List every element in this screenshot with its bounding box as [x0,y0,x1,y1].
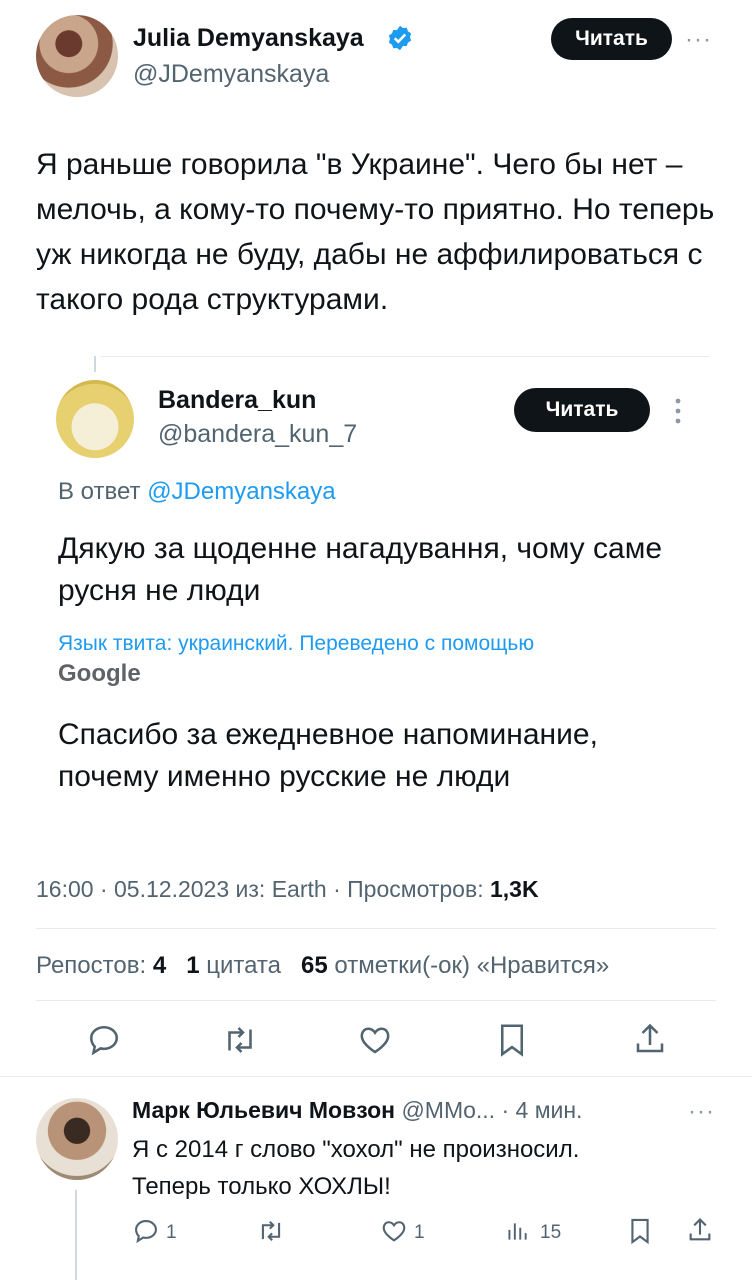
divider [36,1000,716,1001]
reply-views-count: 15 [540,1222,562,1243]
tweet-source: из: Earth [235,876,327,902]
likes-stat[interactable]: 65 отметки(-ок) «Нравится» [301,952,609,979]
reposts-value: 4 [152,952,167,979]
quoted-author-name[interactable]: Bandera_kun [158,386,316,415]
quotes-stat[interactable]: 1 цитата [186,952,287,979]
likes-value: 65 [301,952,328,979]
divider [36,928,716,929]
reply-text-line2: Теперь только ХОХЛЫ! [132,1173,391,1200]
reply-reply-icon[interactable] [132,1217,160,1245]
reply-reply-count: 1 [166,1222,177,1243]
quotes-label: цитата [206,952,281,979]
tweet-date[interactable]: 05.12.2023 [114,876,229,902]
translated-text: Спасибо за ежедневное напоминание, почем… [58,718,598,793]
reply-like-icon[interactable] [380,1217,408,1245]
tweet-time[interactable]: 16:00 [36,876,94,902]
views-label: Просмотров: [347,876,484,902]
reply-bookmark-icon[interactable] [628,1217,652,1245]
reply-like-count: 1 [414,1222,425,1243]
likes-label: отметки(-ок) «Нравится» [334,952,610,979]
reply-author-name[interactable]: Марк Юльевич Мовзон [132,1097,395,1123]
quoted-text: Дякую за щоденне нагадування, чому саме … [58,532,663,607]
tweet-stats: Репостов: 4 1 цитата 65 отметки(-ок) «Нр… [36,952,609,980]
translation-note[interactable]: Язык твита: украинский. Переведено с пом… [58,632,534,656]
reply-author-avatar[interactable] [36,1098,118,1180]
reply-prefix: В ответ [58,478,141,505]
quoted-follow-button[interactable]: Читать [514,388,650,432]
tweet-meta: 16:00 · 05.12.2023 из: Earth · Просмотро… [36,876,539,903]
reply-time[interactable]: · 4 мин. [501,1097,582,1123]
reply-to-link[interactable]: @JDemyanskaya [147,478,335,505]
bookmark-icon[interactable] [496,1022,528,1058]
separator: · [99,876,108,902]
thread-connector [94,356,96,372]
reply-text-line1: Я с 2014 г слово "хохол" не произносил. [132,1136,580,1163]
repost-icon[interactable] [220,1022,260,1058]
quote-divider [100,356,710,357]
like-icon[interactable] [356,1022,394,1058]
reply-thread-line [75,1190,77,1280]
reply-more-options-icon[interactable]: ··· [688,1098,715,1126]
author-name[interactable]: Julia Demyanskaya [133,24,364,53]
author-handle[interactable]: @JDemyanskaya [133,60,329,89]
author-avatar[interactable] [36,15,118,97]
quoted-author-avatar[interactable] [56,380,134,458]
divider [0,1076,752,1077]
views-value: 1,3K [489,876,539,902]
reposts-stat[interactable]: Репостов: 4 [36,952,173,979]
reply-repost-icon[interactable] [256,1217,286,1245]
reply-header: Марк Юльевич Мовзон @MMo... · 4 мин. [132,1097,582,1124]
quoted-more-options-icon[interactable] [674,397,682,425]
tweet-text: Я раньше говорила "в Украине". Чего бы н… [36,148,715,316]
separator: · [333,876,341,902]
reply-context: В ответ @JDemyanskaya [58,478,336,506]
follow-button[interactable]: Читать [551,18,672,60]
verified-badge-icon [386,24,414,52]
quoted-author-handle[interactable]: @bandera_kun_7 [158,420,357,449]
reposts-label: Репостов: [36,952,147,979]
more-options-icon[interactable]: ··· [685,26,712,54]
reply-author-handle[interactable]: @MMo... [401,1097,495,1123]
reply-share-icon[interactable] [686,1215,714,1245]
quotes-value: 1 [186,952,200,979]
reply-icon[interactable] [86,1022,122,1058]
reply-views-icon[interactable] [504,1218,530,1244]
google-logo: Google [58,660,141,687]
share-icon[interactable] [632,1020,668,1058]
